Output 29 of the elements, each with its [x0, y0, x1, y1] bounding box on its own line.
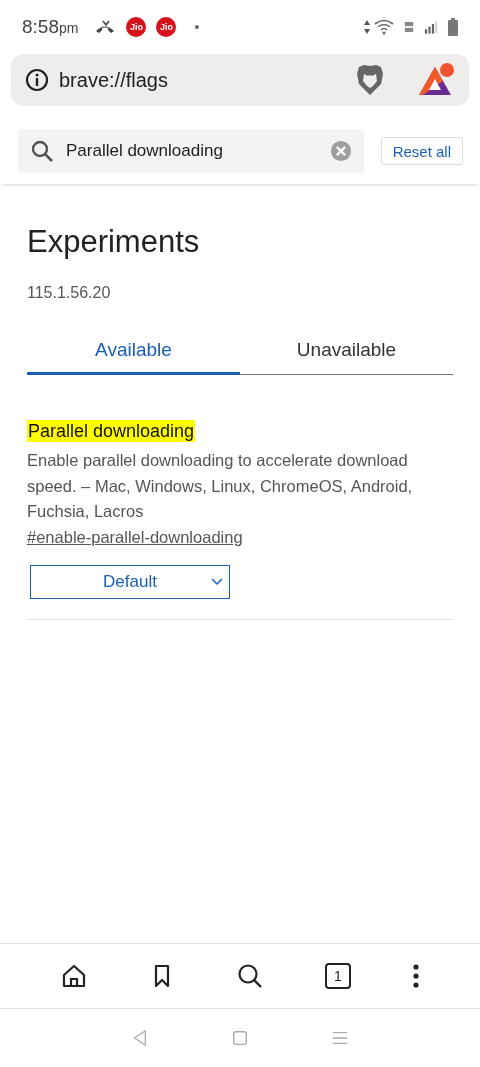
search-field[interactable]: Parallel downloading — [18, 129, 364, 173]
tab[interactable]: Unavailable — [240, 328, 453, 375]
reset-all-button[interactable]: Reset all — [380, 137, 463, 165]
wifi-icon — [374, 19, 394, 35]
address-bar[interactable]: brave://flags — [11, 54, 469, 106]
search-icon[interactable] — [237, 963, 263, 989]
page-title: Experiments — [27, 224, 201, 260]
tab-count-button[interactable]: 1 — [325, 963, 351, 989]
clear-icon[interactable] — [329, 140, 352, 162]
flag-description: Enable parallel downloading to accelerate download speed. – Mac, Windows, Linux, ChromeOS, Android, Fuchsia, Lacros — [27, 450, 414, 522]
battery-icon — [448, 18, 458, 36]
search-icon — [30, 139, 54, 163]
version-text: 115.1.56.20 — [27, 284, 112, 302]
signal-icon — [424, 20, 438, 34]
carrier-badge: Jio — [156, 17, 177, 37]
status-time: 8:58pm — [22, 16, 79, 38]
flag-link[interactable]: #enable-parallel-downloading — [27, 527, 243, 547]
flag-title: Parallel downloading — [27, 420, 196, 442]
data-arrows-icon — [364, 19, 370, 35]
more-menu-icon[interactable] — [413, 964, 419, 988]
carrier-badge: Jio — [126, 17, 147, 37]
flag-dropdown[interactable]: Default — [30, 564, 230, 599]
rewards-triangle-icon[interactable] — [419, 63, 455, 97]
info-icon — [25, 68, 49, 92]
notification-dot: • — [194, 19, 200, 35]
home-icon[interactable] — [61, 963, 87, 989]
tab[interactable]: Available — [27, 328, 240, 375]
url-text: brave://flags — [59, 68, 168, 92]
chevron-down-icon — [211, 577, 223, 586]
